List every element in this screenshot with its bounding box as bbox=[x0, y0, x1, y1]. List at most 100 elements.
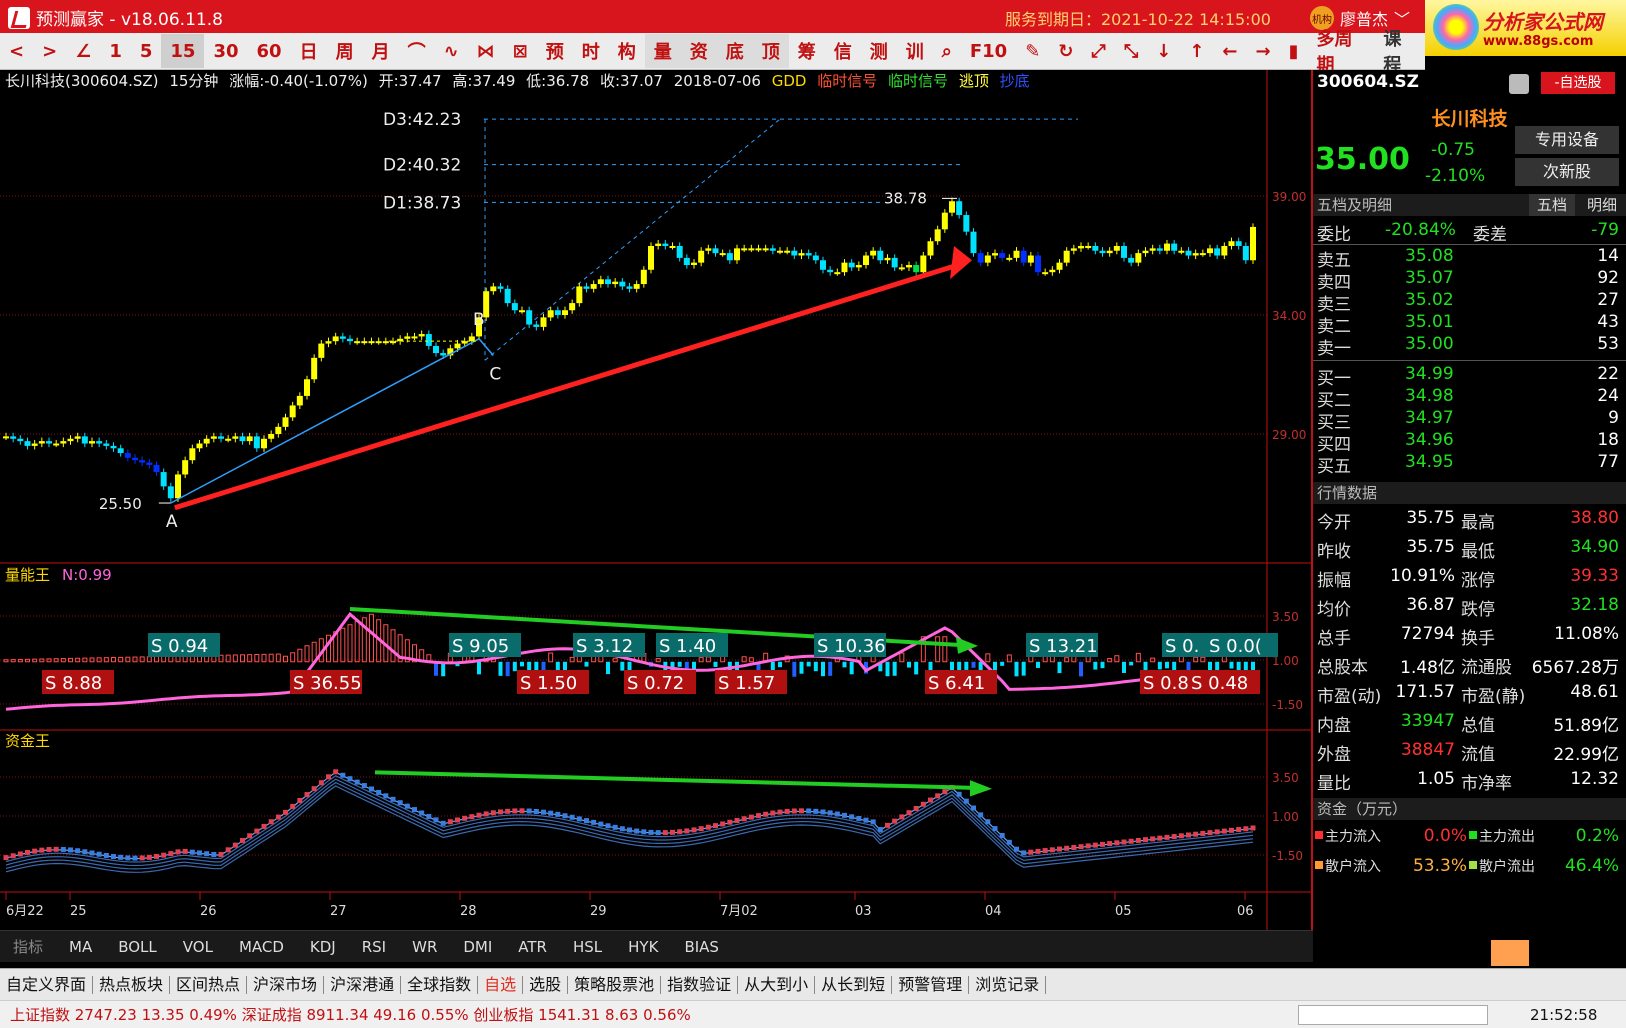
nav-item-11[interactable]: 从长到短 bbox=[815, 975, 893, 994]
toolbar-item-29[interactable]: ↻ bbox=[1049, 34, 1082, 68]
fund-mark-95 bbox=[684, 828, 690, 834]
toolbar-item-16[interactable]: 时 bbox=[573, 34, 609, 68]
indicator-tab-hsl[interactable]: HSL bbox=[560, 938, 615, 956]
candlestick-chart[interactable]: 39.00 34.00 29.00 D3:42.23 D2:40.32 D1:38.73 2… bbox=[0, 70, 1313, 930]
vol-tick-2: -1.50 bbox=[1272, 698, 1303, 712]
toolbar-item-15[interactable]: 预 bbox=[537, 34, 573, 68]
toolbar-item-7[interactable]: 60 bbox=[248, 34, 291, 68]
indicator-tab-dmi[interactable]: DMI bbox=[450, 938, 505, 956]
clock: 21:52:58 bbox=[1530, 1005, 1598, 1024]
vol-bar-77 bbox=[555, 661, 560, 671]
candle-98 bbox=[705, 248, 712, 251]
quote-label2-4: 换手 bbox=[1461, 629, 1495, 649]
toolbar-item-21[interactable]: 顶 bbox=[752, 34, 789, 68]
toolbar-item-19[interactable]: 资 bbox=[680, 34, 717, 68]
indicator-tab-hyk[interactable]: HYK bbox=[615, 938, 671, 956]
nav-item-12[interactable]: 预警管理 bbox=[892, 975, 970, 994]
toolbar-item-8[interactable]: 日 bbox=[291, 34, 327, 68]
fund-mark-126 bbox=[906, 810, 912, 816]
toolbar-item-32[interactable]: ↓ bbox=[1147, 34, 1180, 68]
toolbar-item-12[interactable]: ∿ bbox=[435, 34, 468, 68]
toolbar-item-34[interactable]: ← bbox=[1213, 34, 1246, 68]
toolbar-item-37[interactable]: 多周期 bbox=[1308, 29, 1375, 76]
point-c-label: C bbox=[489, 364, 501, 384]
nav-item-10[interactable]: 从大到小 bbox=[738, 975, 816, 994]
favorite-button[interactable]: -自选股 bbox=[1541, 72, 1615, 94]
fund-mark-149 bbox=[1071, 844, 1077, 850]
toolbar-item-35[interactable]: → bbox=[1247, 34, 1280, 68]
candle-170 bbox=[1221, 245, 1228, 256]
fund-mark-68 bbox=[490, 810, 496, 816]
indicator-tab-bias[interactable]: BIAS bbox=[671, 938, 732, 956]
x-tick-8: 04 bbox=[985, 904, 1002, 919]
toolbar-item-17[interactable]: 构 bbox=[609, 34, 645, 68]
nav-item-7[interactable]: 选股 bbox=[523, 975, 569, 994]
indicator-tab-vol[interactable]: VOL bbox=[170, 938, 226, 956]
toolbar-item-0[interactable]: < bbox=[0, 34, 33, 68]
nav-item-6[interactable]: 自选 bbox=[478, 975, 524, 994]
toolbar-item-5[interactable]: 15 bbox=[161, 34, 205, 68]
nav-item-4[interactable]: 沪深港通 bbox=[324, 975, 402, 994]
toolbar-item-27[interactable]: F10 bbox=[961, 34, 1016, 68]
indicator-tab-kdj[interactable]: KDJ bbox=[297, 938, 349, 956]
level-label-1: D2:40.32 bbox=[383, 156, 461, 176]
scroll-thumb[interactable] bbox=[1491, 940, 1529, 966]
nav-item-0[interactable]: 自定义界面 bbox=[0, 975, 94, 994]
nav-item-8[interactable]: 策略股票池 bbox=[568, 975, 662, 994]
candle-150 bbox=[1078, 245, 1084, 249]
vol-bar-157 bbox=[1129, 661, 1134, 666]
toolbar-item-2[interactable]: ∠ bbox=[66, 34, 100, 68]
indicator-tab-boll[interactable]: BOLL bbox=[105, 938, 170, 956]
indicator-tab-atr[interactable]: ATR bbox=[505, 938, 560, 956]
toolbar-item-22[interactable]: 筹 bbox=[789, 34, 825, 68]
toolbar-item-10[interactable]: 月 bbox=[363, 34, 399, 68]
toolbar-item-9[interactable]: 周 bbox=[327, 34, 363, 68]
price-tick-2: 29.00 bbox=[1272, 428, 1306, 442]
toolbar-item-23[interactable]: 信 bbox=[825, 34, 861, 68]
toolbar-item-25[interactable]: 训 bbox=[897, 34, 933, 68]
toolbar-item-26[interactable]: ⌕ bbox=[933, 34, 961, 68]
fund-mark-103 bbox=[741, 816, 747, 822]
fund-mark-21 bbox=[154, 853, 159, 859]
toolbar-item-28[interactable]: ✎ bbox=[1016, 34, 1049, 68]
indicator-tab-macd[interactable]: MACD bbox=[226, 938, 297, 956]
nav-item-3[interactable]: 沪深市场 bbox=[247, 975, 325, 994]
candle-135 bbox=[970, 231, 977, 254]
toolbar-item-6[interactable]: 30 bbox=[204, 34, 247, 68]
indicator-tab-wr[interactable]: WR bbox=[399, 938, 450, 956]
quote-label2-6: 市盈(静) bbox=[1461, 687, 1526, 707]
toolbar-item-1[interactable]: > bbox=[33, 34, 66, 68]
toolbar-item-3[interactable]: 1 bbox=[100, 34, 131, 68]
search-input[interactable] bbox=[1298, 1005, 1488, 1025]
toolbar-item-36[interactable]: ▮ bbox=[1280, 34, 1308, 68]
tab-detail[interactable]: 明细 bbox=[1579, 194, 1625, 216]
indicator-tab-ma[interactable]: MA bbox=[56, 938, 105, 956]
toolbar-item-33[interactable]: ↑ bbox=[1180, 34, 1213, 68]
toolbar-item-30[interactable]: ⤢ bbox=[1082, 34, 1114, 68]
toolbar-item-31[interactable]: ⤡ bbox=[1115, 34, 1147, 68]
bid-price-1: 34.98 bbox=[1405, 386, 1454, 406]
bell-icon[interactable] bbox=[1509, 74, 1529, 94]
candle-129 bbox=[927, 241, 934, 256]
x-tick-5: 29 bbox=[590, 904, 607, 919]
nav-item-1[interactable]: 热点板块 bbox=[93, 975, 171, 994]
toolbar-item-20[interactable]: 底 bbox=[716, 34, 753, 68]
toolbar-item-24[interactable]: 测 bbox=[861, 34, 897, 68]
toolbar-item-11[interactable]: ⌒ bbox=[399, 34, 435, 68]
toolbar-item-13[interactable]: ⋈ bbox=[468, 34, 504, 68]
toolbar-item-4[interactable]: 5 bbox=[131, 34, 162, 68]
nav-item-2[interactable]: 区间热点 bbox=[170, 975, 248, 994]
indicator-tab-rsi[interactable]: RSI bbox=[349, 938, 399, 956]
fund-mark-83 bbox=[598, 821, 604, 827]
ad-banner[interactable]: 分析家公式网 www.88gs.com bbox=[1425, 0, 1626, 56]
toolbar-item-18[interactable]: 量 bbox=[644, 34, 681, 68]
toolbar-item-14[interactable]: ⊠ bbox=[504, 34, 537, 68]
tab-five-level[interactable]: 五档 bbox=[1529, 194, 1575, 216]
bid-price-4: 34.95 bbox=[1405, 452, 1454, 472]
nav-item-9[interactable]: 指数验证 bbox=[661, 975, 739, 994]
course-button[interactable]: 课程 bbox=[1374, 29, 1425, 76]
candle-172 bbox=[1235, 241, 1242, 246]
r-badge-5: S 6.41 bbox=[928, 673, 985, 694]
nav-item-5[interactable]: 全球指数 bbox=[401, 975, 479, 994]
nav-item-13[interactable]: 浏览记录 bbox=[969, 975, 1047, 994]
